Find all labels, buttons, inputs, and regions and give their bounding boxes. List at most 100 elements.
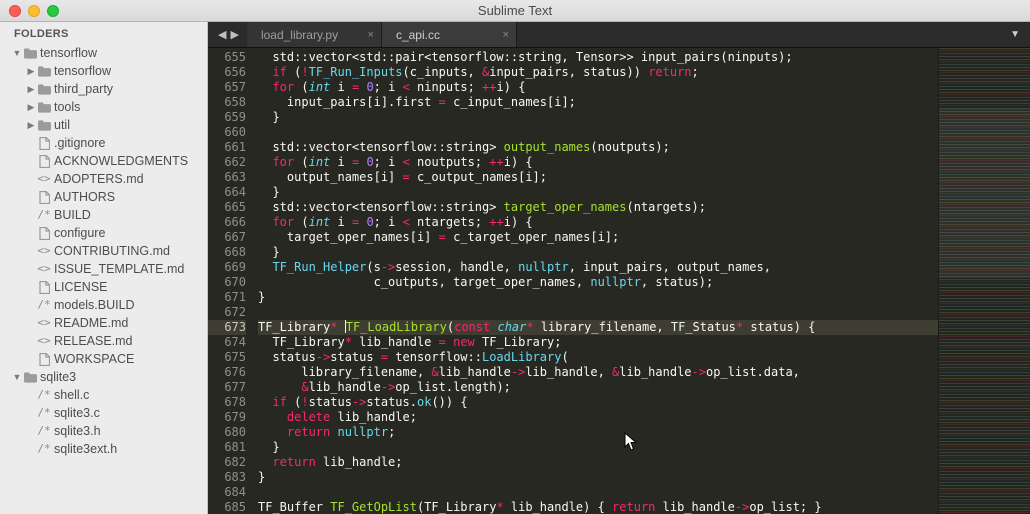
line-number: 681 — [208, 440, 246, 455]
disclosure-icon[interactable]: ▼ — [12, 368, 22, 386]
folder-item[interactable]: ▶util — [0, 116, 207, 134]
tab-overflow-icon[interactable]: ▼ — [1000, 22, 1030, 47]
code-line[interactable]: } — [258, 110, 938, 125]
code-line[interactable]: } — [258, 290, 938, 305]
file-item[interactable]: <>RELEASE.md — [0, 332, 207, 350]
file-item[interactable]: <>README.md — [0, 314, 207, 332]
code-line[interactable]: for (int i = 0; i < ntargets; ++i) { — [258, 215, 938, 230]
minimap[interactable] — [938, 48, 1030, 514]
line-number: 677 — [208, 380, 246, 395]
code-line[interactable] — [258, 125, 938, 140]
file-type-icon: /* — [36, 440, 52, 458]
code-line[interactable]: } — [258, 440, 938, 455]
code-line[interactable]: TF_Library* lib_handle = new TF_Library; — [258, 335, 938, 350]
file-item[interactable]: /*sqlite3ext.h — [0, 440, 207, 458]
close-icon[interactable]: × — [368, 29, 374, 41]
code-line[interactable]: TF_Buffer TF_GetOpList(TF_Library* lib_h… — [258, 500, 938, 514]
tree-item-label: configure — [52, 224, 105, 242]
tree-item-label: shell.c — [52, 386, 89, 404]
file-item[interactable]: <>ADOPTERS.md — [0, 170, 207, 188]
code-line[interactable]: } — [258, 185, 938, 200]
disclosure-icon[interactable]: ▶ — [26, 80, 36, 98]
file-item[interactable]: /*models.BUILD — [0, 296, 207, 314]
disclosure-icon[interactable]: ▶ — [26, 62, 36, 80]
code-area[interactable]: 6556566576586596606616626636646656666676… — [208, 48, 1030, 514]
close-icon[interactable]: × — [503, 29, 509, 41]
file-item[interactable]: /*shell.c — [0, 386, 207, 404]
code-line[interactable]: } — [258, 470, 938, 485]
folder-item[interactable]: ▶ tensorflow — [0, 62, 207, 80]
code-line[interactable]: return nullptr; — [258, 425, 938, 440]
code-line[interactable]: return lib_handle; — [258, 455, 938, 470]
tree-item-label: AUTHORS — [52, 188, 115, 206]
sidebar: FOLDERS ▼tensorflow▶tensorflow▶third_par… — [0, 22, 208, 514]
code-line[interactable] — [258, 305, 938, 320]
code-line[interactable]: &lib_handle->op_list.length); — [258, 380, 938, 395]
code-line[interactable]: for (int i = 0; i < noutputs; ++i) { — [258, 155, 938, 170]
file-type-icon: /* — [36, 422, 52, 440]
tree-item-label: ISSUE_TEMPLATE.md — [52, 260, 184, 278]
file-item[interactable]: /*sqlite3.c — [0, 404, 207, 422]
code-line[interactable]: input_pairs[i].first = c_input_names[i]; — [258, 95, 938, 110]
line-number: 673 — [208, 320, 246, 335]
disclosure-icon[interactable]: ▶ — [26, 98, 36, 116]
code-line[interactable]: for (int i = 0; i < ninputs; ++i) { — [258, 80, 938, 95]
file-item[interactable]: configure — [0, 224, 207, 242]
folder-icon — [36, 84, 52, 95]
tree-item-label: tools — [52, 98, 80, 116]
disclosure-icon[interactable]: ▼ — [12, 44, 22, 62]
window-title: Sublime Text — [0, 3, 1030, 18]
code-line[interactable]: status->status = tensorflow::LoadLibrary… — [258, 350, 938, 365]
tree-item-label: CONTRIBUTING.md — [52, 242, 170, 260]
tree-item-label: .gitignore — [52, 134, 105, 152]
code-line[interactable]: c_outputs, target_oper_names, nullptr, s… — [258, 275, 938, 290]
line-number: 684 — [208, 485, 246, 500]
nav-back-icon[interactable]: ◀ — [218, 28, 226, 41]
line-number: 685 — [208, 500, 246, 514]
file-item[interactable]: /*sqlite3.h — [0, 422, 207, 440]
folder-item[interactable]: ▼sqlite3 — [0, 368, 207, 386]
line-number: 675 — [208, 350, 246, 365]
file-item[interactable]: ACKNOWLEDGMENTS — [0, 152, 207, 170]
file-item[interactable]: /*BUILD — [0, 206, 207, 224]
code-line[interactable]: TF_Run_Helper(s->session, handle, nullpt… — [258, 260, 938, 275]
file-icon — [36, 281, 52, 294]
nav-forward-icon[interactable]: ▶ — [230, 28, 238, 41]
folder-item[interactable]: ▶ tools — [0, 98, 207, 116]
file-item[interactable]: AUTHORS — [0, 188, 207, 206]
folder-item[interactable]: ▶ third_party — [0, 80, 207, 98]
tree-item-label: third_party — [52, 80, 113, 98]
code-line[interactable]: delete lib_handle; — [258, 410, 938, 425]
file-item[interactable]: WORKSPACE — [0, 350, 207, 368]
file-item[interactable]: .gitignore — [0, 134, 207, 152]
line-number: 664 — [208, 185, 246, 200]
tab[interactable]: load_library.py× — [247, 22, 382, 47]
code-line[interactable] — [258, 485, 938, 500]
code-line[interactable]: target_oper_names[i] = c_target_oper_nam… — [258, 230, 938, 245]
code-line[interactable]: std::vector<tensorflow::string> output_n… — [258, 140, 938, 155]
code-line[interactable]: std::vector<std::pair<tensorflow::string… — [258, 50, 938, 65]
tab[interactable]: c_api.cc× — [382, 22, 517, 47]
folder-icon — [36, 102, 52, 113]
code-line[interactable]: library_filename, &lib_handle->lib_handl… — [258, 365, 938, 380]
line-number: 678 — [208, 395, 246, 410]
code-line[interactable]: if (!TF_Run_Inputs(c_inputs, &input_pair… — [258, 65, 938, 80]
file-type-icon: <> — [36, 242, 52, 260]
file-item[interactable]: <>ISSUE_TEMPLATE.md — [0, 260, 207, 278]
file-icon — [36, 353, 52, 366]
folder-icon — [22, 48, 38, 59]
tree-item-label: tensorflow — [52, 62, 111, 80]
code[interactable]: std::vector<std::pair<tensorflow::string… — [254, 48, 938, 514]
window-titlebar: Sublime Text — [0, 0, 1030, 22]
code-line[interactable]: TF_Library* TF_LoadLibrary(const char* l… — [258, 320, 938, 335]
line-number: 669 — [208, 260, 246, 275]
code-line[interactable]: output_names[i] = c_output_names[i]; — [258, 170, 938, 185]
file-item[interactable]: LICENSE — [0, 278, 207, 296]
code-line[interactable]: if (!status->status.ok()) { — [258, 395, 938, 410]
folder-item[interactable]: ▼tensorflow — [0, 44, 207, 62]
code-line[interactable]: } — [258, 245, 938, 260]
file-item[interactable]: <>CONTRIBUTING.md — [0, 242, 207, 260]
disclosure-icon[interactable]: ▶ — [26, 116, 36, 134]
code-line[interactable]: std::vector<tensorflow::string> target_o… — [258, 200, 938, 215]
minimap-viewport[interactable] — [939, 108, 1030, 278]
